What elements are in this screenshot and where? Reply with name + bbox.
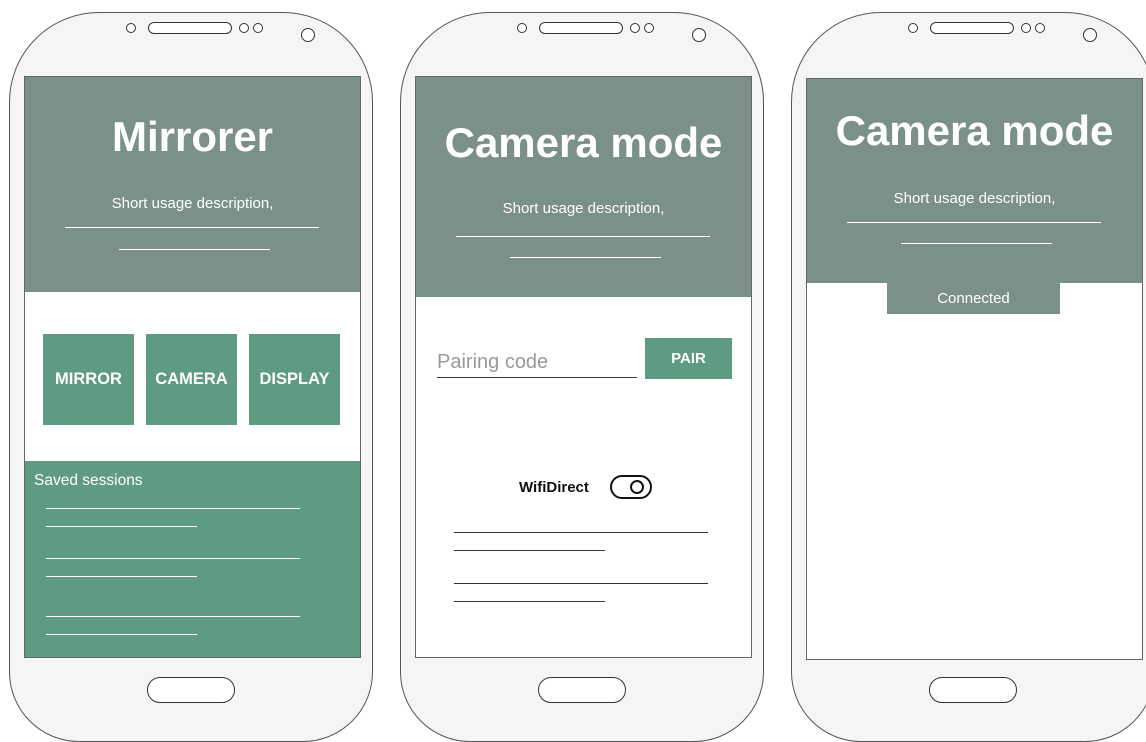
session-item-subline xyxy=(46,576,197,577)
description-line xyxy=(847,222,1101,223)
session-item[interactable] xyxy=(46,508,300,509)
sensor-dot-icon xyxy=(239,23,249,33)
front-camera-icon xyxy=(1083,28,1097,42)
screen-mirrorer: Mirrorer Short usage description, MIRROR… xyxy=(24,76,361,658)
sensor-dot-icon xyxy=(126,23,136,33)
home-button-icon[interactable] xyxy=(929,677,1017,703)
sensor-dot-icon xyxy=(1021,23,1031,33)
session-item-subline xyxy=(46,634,197,635)
description-line xyxy=(456,236,710,237)
page-title: Mirrorer xyxy=(111,113,274,160)
home-button-icon[interactable] xyxy=(538,677,626,703)
phone-camera-connected: Camera mode Short usage description, Con… xyxy=(791,12,1146,742)
page-title: Camera mode xyxy=(835,107,1114,154)
toggle-switch-icon xyxy=(630,480,644,494)
session-item[interactable] xyxy=(46,558,300,559)
session-item-subline xyxy=(46,526,197,527)
front-camera-icon xyxy=(692,28,706,42)
sensor-dot-icon xyxy=(1035,23,1045,33)
front-camera-icon xyxy=(301,28,315,42)
description-line xyxy=(119,249,270,250)
device-item[interactable] xyxy=(454,532,708,533)
speaker-icon xyxy=(539,22,623,34)
speaker-icon xyxy=(930,22,1014,34)
screen-camera-pairing: Camera mode Short usage description, PAI… xyxy=(415,76,752,658)
description-line xyxy=(510,257,661,258)
pair-button[interactable]: PAIR xyxy=(645,338,732,379)
usage-description: Short usage description, xyxy=(111,195,274,212)
wifidirect-toggle[interactable] xyxy=(610,475,652,499)
usage-description: Short usage description, xyxy=(893,190,1056,207)
header: Camera mode Short usage description, xyxy=(807,79,1142,283)
sensor-dot-icon xyxy=(253,23,263,33)
device-item-subline xyxy=(454,601,605,602)
page-title: Camera mode xyxy=(444,119,723,166)
description-line xyxy=(65,227,319,228)
home-button-icon[interactable] xyxy=(147,677,235,703)
sensor-dot-icon xyxy=(644,23,654,33)
header: Camera mode Short usage description, xyxy=(416,77,751,297)
saved-sessions-title: Saved sessions xyxy=(34,472,143,489)
saved-sessions-panel: Saved sessions xyxy=(25,461,360,657)
display-mode-button[interactable]: DISPLAY xyxy=(249,334,340,425)
connection-status-badge: Connected xyxy=(887,282,1060,314)
header: Mirrorer Short usage description, xyxy=(25,77,360,292)
sensor-dot-icon xyxy=(630,23,640,33)
pairing-code-input[interactable] xyxy=(437,347,637,378)
speaker-icon xyxy=(148,22,232,34)
session-item[interactable] xyxy=(46,616,300,617)
phone-camera-pairing: Camera mode Short usage description, PAI… xyxy=(400,12,764,742)
wifidirect-label: WifiDirect xyxy=(519,479,589,496)
description-line xyxy=(901,243,1052,244)
device-item[interactable] xyxy=(454,583,708,584)
phone-mirrorer: Mirrorer Short usage description, MIRROR… xyxy=(9,12,373,742)
usage-description: Short usage description, xyxy=(502,200,665,217)
mirror-mode-button[interactable]: MIRROR xyxy=(43,334,134,425)
screen-camera-connected: Camera mode Short usage description, Con… xyxy=(806,78,1143,660)
device-item-subline xyxy=(454,550,605,551)
sensor-dot-icon xyxy=(908,23,918,33)
sensor-dot-icon xyxy=(517,23,527,33)
camera-mode-button[interactable]: CAMERA xyxy=(146,334,237,425)
